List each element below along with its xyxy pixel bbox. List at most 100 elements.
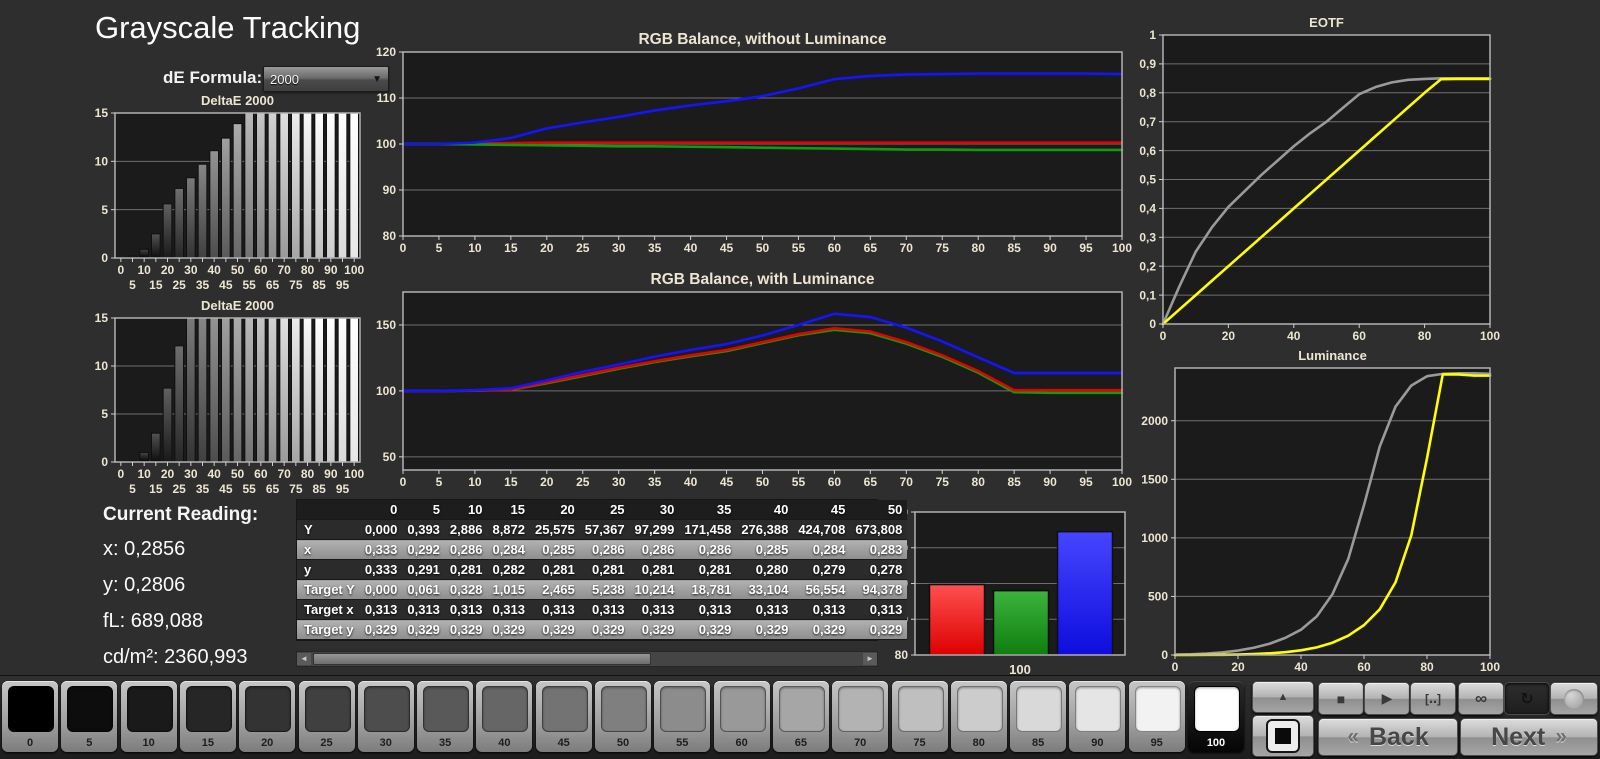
table-column-header [297,500,360,520]
pattern-swatch-100[interactable]: 100 [1188,681,1244,752]
pattern-swatch-label: 100 [1206,737,1226,749]
table-cell: 0,329 [359,619,403,640]
svg-text:90: 90 [1043,241,1057,255]
pattern-swatch-60[interactable]: 60 [713,681,770,752]
svg-text:DeltaE 2000: DeltaE 2000 [201,298,274,313]
table-cell: 94,378 [850,579,908,600]
pattern-swatch-85[interactable]: 85 [1010,681,1067,752]
pattern-swatch-70[interactable]: 70 [832,681,889,752]
pattern-swatch-50[interactable]: 50 [595,681,651,752]
table-cell: 0,282 [487,559,531,580]
svg-text:0: 0 [1161,648,1168,662]
table-cell: 56,554 [793,579,851,600]
pattern-swatch-55[interactable]: 55 [654,681,711,752]
svg-text:15: 15 [504,241,518,255]
table-cell: 0,313 [629,599,680,620]
back-chevron-icon: « [1347,725,1359,748]
pattern-swatch-10[interactable]: 10 [120,681,177,752]
svg-text:85: 85 [1007,241,1021,255]
table-cell: 0,329 [530,619,580,640]
pattern-swatch-30[interactable]: 30 [357,681,414,752]
pattern-swatch-label: 0 [26,737,34,749]
play-button[interactable]: ▶ [1364,682,1410,715]
table-cell: 0,313 [359,599,403,620]
pattern-swatch-40[interactable]: 40 [476,681,533,752]
pattern-window-button[interactable] [1252,715,1314,757]
table-scrollbar[interactable]: ◄ ► [296,651,878,667]
svg-text:90: 90 [324,263,338,277]
scrollbar-left-arrow-icon[interactable]: ◄ [297,653,311,665]
svg-text:10: 10 [468,241,482,255]
next-button[interactable]: Next » [1460,718,1598,756]
back-button[interactable]: « Back [1318,718,1458,756]
rgb-levels-bar-chart: 1008090100110120 [880,494,1132,680]
svg-text:120: 120 [376,45,396,59]
svg-text:0,1: 0,1 [1139,288,1156,302]
collapse-button[interactable]: ▲ [1252,681,1314,713]
pattern-swatch-95[interactable]: 95 [1128,681,1185,752]
pattern-swatch-5[interactable]: 5 [61,681,118,752]
svg-text:90: 90 [324,467,338,481]
svg-text:50: 50 [756,241,770,255]
pattern-chip [601,686,647,732]
svg-text:100: 100 [344,467,364,481]
interval-button[interactable]: [‥] [1410,682,1456,715]
svg-text:500: 500 [1148,590,1168,604]
pattern-swatch-label: 40 [498,737,511,749]
table-column-header: 40 [736,500,794,520]
svg-text:60: 60 [1357,660,1371,674]
indicator-button[interactable] [1550,682,1598,715]
pattern-swatch-35[interactable]: 35 [417,681,474,752]
table-cell: 276,388 [736,519,794,540]
stop-button[interactable]: ■ [1318,682,1364,715]
pattern-swatch-80[interactable]: 80 [950,681,1007,752]
scrollbar-right-arrow-icon[interactable]: ► [863,653,877,665]
measurement-table: 0 5 10 15 20 25 30 35 40 45 50 Y 0,000 0,393 2,886 8,87… [296,499,908,641]
table-row: Y 0,000 0,393 2,886 8,872 25,575 57,367 97,299 1… [297,519,908,540]
pattern-swatch-45[interactable]: 45 [535,681,592,752]
table-cell: 0,313 [850,599,908,620]
svg-text:85: 85 [1007,475,1021,489]
svg-text:50: 50 [231,263,245,277]
table-column-header: 25 [579,500,630,520]
play-icon: ▶ [1381,690,1393,706]
pattern-swatch-65[interactable]: 65 [772,681,829,752]
svg-text:55: 55 [792,475,806,489]
pattern-chip [660,686,707,732]
svg-text:0: 0 [1172,660,1179,674]
svg-text:2000: 2000 [1141,414,1168,428]
pattern-swatch-20[interactable]: 20 [239,681,296,752]
current-reading-panel: Current Reading: x: 0,2856 y: 0,2806 fL:… [103,504,258,682]
svg-text:45: 45 [219,278,233,292]
svg-text:40: 40 [684,475,698,489]
table-cell: 5,238 [579,579,630,600]
table-cell: 0,285 [530,539,580,560]
table-cell: 0,281 [444,559,488,580]
pattern-swatch-75[interactable]: 75 [891,681,948,752]
svg-text:15: 15 [149,278,163,292]
pattern-swatch-label: 60 [735,737,748,749]
pattern-chip [778,686,825,732]
svg-text:50: 50 [231,467,245,481]
pattern-swatch-15[interactable]: 15 [179,681,236,752]
scrollbar-thumb[interactable] [313,653,652,665]
table-column-header: 45 [793,500,851,520]
table-cell: 0,286 [629,539,680,560]
svg-text:70: 70 [900,241,914,255]
current-reading-y: y: 0,2806 [103,574,186,596]
pattern-swatch-label: 95 [1150,737,1163,749]
table-cell: 57,367 [579,519,630,540]
table-row: y 0,333 0,291 0,281 0,282 0,281 0,281 0,281 0,28… [297,559,908,580]
sync-button[interactable]: ↻ [1504,682,1550,715]
pattern-chip [1016,686,1063,732]
svg-text:50: 50 [756,475,770,489]
pattern-chip [8,686,54,732]
pattern-swatch-25[interactable]: 25 [298,681,355,752]
svg-text:65: 65 [864,241,878,255]
pattern-swatch-90[interactable]: 90 [1069,681,1126,752]
pattern-swatch-0[interactable]: 0 [2,681,58,752]
eotf-chart: EOTF 0 0,1 0,2 0,3 0,4 0,5 0,6 0,7 0,8 0,9 1 0 20 40 60… [1128,6,1510,350]
table-cell: 0,329 [444,619,488,640]
continuous-button[interactable]: ∞ [1458,682,1504,715]
table-row-label: Target x [297,599,360,620]
